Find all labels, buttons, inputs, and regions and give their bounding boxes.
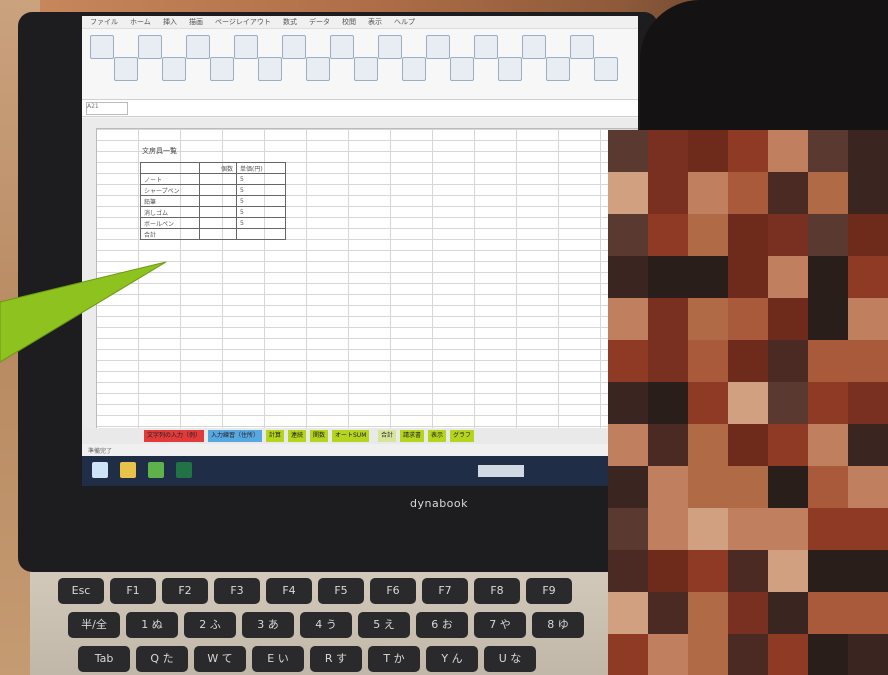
mosaic-tile	[608, 550, 648, 592]
pixelated-face-mosaic	[608, 130, 888, 675]
mosaic-tile	[848, 466, 888, 508]
mosaic-tile	[688, 172, 728, 214]
mosaic-tile	[768, 340, 808, 382]
mosaic-tile	[848, 340, 888, 382]
mosaic-tile	[848, 130, 888, 172]
mosaic-tile	[728, 256, 768, 298]
mosaic-tile	[808, 550, 848, 592]
mosaic-tile	[608, 340, 648, 382]
mosaic-tile	[648, 256, 688, 298]
mosaic-tile	[608, 424, 648, 466]
mosaic-tile	[768, 172, 808, 214]
mosaic-tile	[608, 508, 648, 550]
mosaic-tile	[688, 340, 728, 382]
mosaic-tile	[728, 634, 768, 675]
mosaic-tile	[848, 424, 888, 466]
mosaic-tile	[688, 424, 728, 466]
mosaic-tile	[688, 298, 728, 340]
mosaic-tile	[688, 382, 728, 424]
mosaic-tile	[768, 592, 808, 634]
mosaic-tile	[728, 214, 768, 256]
mosaic-tile	[608, 634, 648, 675]
mosaic-tile	[648, 214, 688, 256]
mosaic-tile	[848, 382, 888, 424]
mosaic-tile	[728, 592, 768, 634]
mosaic-tile	[768, 214, 808, 256]
mosaic-tile	[648, 508, 688, 550]
mosaic-tile	[808, 130, 848, 172]
mosaic-tile	[808, 466, 848, 508]
mosaic-tile	[728, 172, 768, 214]
mosaic-tile	[728, 466, 768, 508]
mosaic-tile	[728, 550, 768, 592]
mosaic-tile	[688, 634, 728, 675]
mosaic-tile	[648, 172, 688, 214]
mosaic-tile	[648, 592, 688, 634]
mosaic-tile	[808, 214, 848, 256]
mosaic-tile	[608, 256, 648, 298]
mosaic-tile	[608, 466, 648, 508]
mosaic-tile	[808, 382, 848, 424]
mosaic-tile	[808, 298, 848, 340]
mosaic-tile	[688, 466, 728, 508]
mosaic-tile	[608, 214, 648, 256]
mosaic-tile	[608, 172, 648, 214]
mosaic-tile	[768, 550, 808, 592]
mosaic-tile	[768, 508, 808, 550]
mosaic-tile	[808, 172, 848, 214]
photo-scene: ファイル ホーム 挿入 描画 ページレイアウト 数式 データ 校閲 表示 ヘルプ A21 文房具一…	[0, 0, 888, 675]
mosaic-tile	[808, 634, 848, 675]
mosaic-tile	[848, 592, 888, 634]
mosaic-tile	[648, 298, 688, 340]
mosaic-tile	[648, 466, 688, 508]
mosaic-tile	[728, 298, 768, 340]
mosaic-tile	[608, 382, 648, 424]
mosaic-tile	[608, 130, 648, 172]
mosaic-tile	[768, 424, 808, 466]
mosaic-tile	[688, 550, 728, 592]
mosaic-tile	[808, 508, 848, 550]
mosaic-tile	[728, 508, 768, 550]
mosaic-tile	[648, 340, 688, 382]
mosaic-tile	[808, 424, 848, 466]
mosaic-tile	[688, 592, 728, 634]
mosaic-tile	[688, 214, 728, 256]
mosaic-tile	[648, 130, 688, 172]
mosaic-tile	[848, 634, 888, 675]
mosaic-tile	[688, 130, 728, 172]
mosaic-tile	[688, 508, 728, 550]
mosaic-tile	[768, 298, 808, 340]
mosaic-tile	[648, 550, 688, 592]
mosaic-tile	[648, 634, 688, 675]
mosaic-tile	[808, 592, 848, 634]
mosaic-tile	[688, 256, 728, 298]
mosaic-tile	[768, 466, 808, 508]
mosaic-tile	[768, 256, 808, 298]
green-arrow-shape	[0, 261, 167, 363]
mosaic-tile	[848, 550, 888, 592]
mosaic-tile	[728, 130, 768, 172]
mosaic-tile	[608, 592, 648, 634]
mosaic-tile	[728, 382, 768, 424]
mosaic-tile	[848, 172, 888, 214]
mosaic-tile	[608, 298, 648, 340]
mosaic-tile	[848, 214, 888, 256]
mosaic-tile	[648, 382, 688, 424]
mosaic-tile	[728, 424, 768, 466]
mosaic-tile	[648, 424, 688, 466]
mosaic-tile	[848, 298, 888, 340]
mosaic-tile	[808, 256, 848, 298]
mosaic-tile	[768, 382, 808, 424]
mosaic-tile	[848, 256, 888, 298]
mosaic-tile	[808, 340, 848, 382]
mosaic-tile	[728, 340, 768, 382]
mosaic-tile	[768, 130, 808, 172]
mosaic-tile	[848, 508, 888, 550]
mosaic-tile	[768, 634, 808, 675]
